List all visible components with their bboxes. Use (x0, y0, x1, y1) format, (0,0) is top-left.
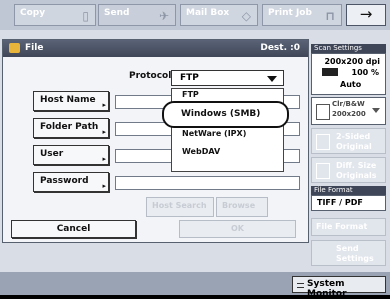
scan-settings-header: Scan Settings (311, 44, 386, 53)
send-icon: ✈ (158, 9, 169, 23)
diff-size-originals-button[interactable]: Diff. Size Originals (311, 157, 386, 183)
zoom-value: 100 % (351, 68, 380, 77)
host-name-button[interactable]: Host Name ▸ (33, 91, 109, 111)
folder-icon (9, 43, 20, 53)
two-sided-original-button[interactable]: 2-Sided Original (311, 128, 386, 154)
option-netware[interactable]: NetWare (IPX) (182, 129, 246, 138)
host-name-label: Host Name (40, 95, 96, 105)
password-label: Password (40, 176, 89, 186)
folder-path-button[interactable]: Folder Path ▸ (33, 118, 109, 138)
scan-settings-box[interactable]: 200x200 dpi 100 % Auto (311, 53, 386, 95)
user-label: User (40, 149, 64, 159)
file-format-button[interactable]: File Format (311, 218, 386, 236)
protocol-label: Protocol: (129, 71, 175, 81)
option-windows-smb[interactable]: Windows (SMB) (162, 101, 289, 128)
two-sided-line1: 2-Sided (336, 132, 371, 141)
send-tab[interactable]: Send ✈ (98, 4, 176, 26)
window-title: File (25, 43, 44, 53)
user-button[interactable]: User ▸ (33, 145, 109, 165)
folder-path-label: Folder Path (40, 122, 99, 132)
send-settings-line2: Settings (336, 254, 374, 263)
diff-size-line1: Diff. Size (336, 161, 377, 170)
option-webdav[interactable]: WebDAV (182, 147, 220, 156)
send-tab-label: Send (104, 8, 130, 18)
monitor-icon (297, 283, 304, 288)
mailbox-icon: ◇ (241, 9, 251, 23)
ok-label: OK (231, 224, 244, 233)
screen: Copy ▯ Send ✈ Mail Box ◇ Print Job ⊓ → F… (0, 0, 390, 299)
mailbox-tab-label: Mail Box (186, 8, 230, 18)
cancel-button[interactable]: Cancel (11, 220, 136, 238)
send-settings-button[interactable]: Send Settings (311, 240, 386, 266)
dest-count: Dest. :0 (260, 43, 300, 53)
protocol-value: FTP (180, 73, 199, 83)
diff-size-line2: Originals (336, 171, 377, 180)
host-search-button[interactable]: Host Search (146, 197, 214, 217)
next-arrow-button[interactable]: → (346, 4, 386, 26)
color-mode-button[interactable]: Clr/B&W 200x200 (311, 97, 386, 125)
printer-icon: ⊓ (325, 9, 335, 23)
print-job-tab[interactable]: Print Job ⊓ (262, 4, 342, 26)
browse-button[interactable]: Browse (216, 197, 268, 217)
document-icon (316, 104, 330, 120)
diff-size-icon (316, 163, 330, 179)
print-job-tab-label: Print Job (268, 8, 312, 18)
system-monitor-button[interactable]: System Monitor (292, 276, 386, 299)
browse-label: Browse (222, 201, 256, 210)
copy-tab[interactable]: Copy ▯ (14, 4, 96, 26)
chevron-down-icon (372, 108, 380, 113)
password-field[interactable] (115, 176, 300, 190)
system-monitor-label: System Monitor (307, 279, 347, 299)
two-sided-icon (316, 134, 330, 150)
option-ftp[interactable]: FTP (182, 90, 199, 99)
password-button[interactable]: Password ▸ (33, 172, 109, 192)
color-mode-line2: 200x200 (332, 110, 366, 118)
window-titlebar: File Dest. :0 (3, 40, 308, 57)
send-settings-line1: Send (336, 244, 359, 253)
file-format-button-label: File Format (316, 222, 368, 231)
host-search-label: Host Search (152, 201, 207, 210)
file-format-value: TIFF / PDF (311, 195, 386, 211)
resolution-value: 200x200 dpi (324, 57, 380, 66)
mailbox-tab[interactable]: Mail Box ◇ (180, 4, 258, 26)
ok-button[interactable]: OK (179, 220, 296, 238)
color-swatch-icon (322, 68, 338, 76)
copy-icon: ▯ (82, 9, 89, 23)
mode-tab-bar: Copy ▯ Send ✈ Mail Box ◇ Print Job ⊓ → (0, 0, 390, 30)
chevron-down-icon (267, 76, 277, 82)
arrow-right-icon: → (359, 5, 373, 23)
option-windows-smb-label: Windows (SMB) (181, 109, 261, 119)
color-mode-line1: Clr/B&W (332, 100, 365, 108)
protocol-select[interactable]: FTP (171, 70, 284, 86)
auto-value: Auto (340, 80, 362, 89)
file-format-header: File Format (311, 186, 386, 195)
two-sided-line2: Original (336, 142, 372, 151)
cancel-label: Cancel (56, 224, 91, 234)
copy-tab-label: Copy (20, 8, 46, 18)
